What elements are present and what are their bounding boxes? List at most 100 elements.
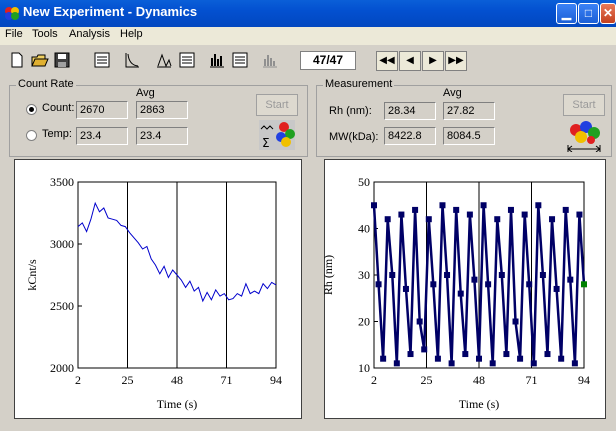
histogram-report-icon[interactable] (230, 50, 250, 70)
data-point (434, 355, 441, 362)
data-point (485, 281, 492, 288)
menu-bar: File Tools Analysis Help (0, 27, 616, 45)
open-folder-icon[interactable] (29, 50, 49, 70)
data-point (512, 318, 519, 325)
measurement-start-button[interactable]: Start (563, 94, 605, 116)
maximize-icon: □ (584, 6, 593, 20)
count-avg-value: 2863 (136, 101, 188, 119)
y-tick-label: 30 (358, 268, 370, 282)
first-icon: ◀◀ (379, 55, 395, 66)
data-point (448, 360, 455, 367)
temp-label: Temp: (42, 128, 72, 140)
rh-avg-value: 27.82 (443, 102, 495, 120)
count-value: 2670 (76, 101, 128, 119)
peak-plot-icon[interactable] (154, 50, 174, 70)
data-point (581, 281, 587, 288)
data-point (466, 211, 473, 218)
last-frame-button[interactable]: ▶▶ (445, 51, 467, 71)
rh-label: Rh (nm): (329, 105, 372, 117)
data-point (535, 202, 542, 209)
measurement-legend: Measurement (323, 78, 395, 90)
particle-size-icon[interactable] (566, 120, 602, 152)
data-point (553, 285, 560, 292)
menu-tools[interactable]: Tools (32, 28, 58, 40)
x-tick-label: 2 (371, 373, 377, 387)
data-point (384, 216, 391, 223)
temp-radio[interactable] (26, 130, 37, 141)
mw-label: MW(kDa): (329, 131, 379, 143)
data-point (567, 276, 574, 283)
report-icon[interactable] (92, 50, 112, 70)
data-point (421, 346, 428, 353)
x-tick-label: 71 (221, 373, 233, 387)
menu-analysis[interactable]: Analysis (69, 28, 110, 40)
data-point (375, 281, 382, 288)
y-tick-label: 3000 (50, 237, 74, 251)
next-icon: ▶ (429, 55, 437, 66)
data-point (462, 351, 469, 358)
data-point (480, 202, 487, 209)
x-tick-label: 48 (473, 373, 485, 387)
close-button[interactable]: ✕ (600, 3, 616, 24)
y-tick-label: 3500 (50, 175, 74, 189)
frame-counter: 47/47 (300, 51, 356, 70)
data-point (407, 351, 414, 358)
curve-plot-icon[interactable] (122, 50, 142, 70)
x-tick-label: 94 (270, 373, 282, 387)
dynamics-histogram-icon[interactable] (260, 50, 280, 70)
data-point (562, 206, 569, 213)
data-point (517, 355, 524, 362)
count-start-button[interactable]: Start (256, 94, 298, 116)
data-point (544, 351, 551, 358)
data-point (402, 285, 409, 292)
first-frame-button[interactable]: ◀◀ (376, 51, 398, 71)
data-point (398, 211, 405, 218)
count-rate-chart: 2 25 48 71 94 2000 2500 3000 3500 Time (s) kCnt/s (25, 175, 282, 411)
x-axis-label: Time (s) (459, 397, 500, 411)
svg-text:Σ: Σ (262, 136, 270, 150)
data-point (439, 202, 446, 209)
close-icon: ✕ (602, 6, 614, 20)
count-radio[interactable] (26, 104, 37, 115)
rh-value: 28.34 (384, 102, 436, 120)
data-point (371, 202, 377, 209)
mw-avg-value: 8084.5 (443, 127, 495, 145)
data-point (489, 360, 496, 367)
data-point (530, 360, 537, 367)
menu-help[interactable]: Help (120, 28, 143, 40)
minimize-button[interactable]: ▁ (556, 3, 577, 24)
mw-value: 8422.8 (384, 127, 436, 145)
data-point (549, 216, 556, 223)
new-file-icon[interactable] (7, 50, 27, 70)
y-tick-label: 20 (358, 315, 370, 329)
data-point (503, 351, 510, 358)
previous-frame-button[interactable]: ◀ (399, 51, 421, 71)
x-tick-label: 71 (526, 373, 538, 387)
data-point (425, 216, 432, 223)
data-point (412, 206, 419, 213)
data-point (453, 206, 460, 213)
data-point (526, 281, 533, 288)
x-tick-label: 94 (578, 373, 590, 387)
next-frame-button[interactable]: ▶ (422, 51, 444, 71)
temp-avg-value: 23.4 (136, 127, 188, 145)
previous-icon: ◀ (406, 55, 414, 66)
data-point (430, 281, 437, 288)
data-point (558, 355, 565, 362)
maximize-button[interactable]: □ (578, 3, 599, 24)
menu-file[interactable]: File (5, 28, 23, 40)
count-label: Count: (42, 102, 75, 114)
y-tick-label: 10 (358, 361, 370, 375)
data-point (494, 216, 501, 223)
x-tick-label: 25 (421, 373, 433, 387)
peak-report-icon[interactable] (177, 50, 197, 70)
window-title: New Experiment - Dynamics (23, 4, 198, 19)
count-avg-header: Avg (136, 87, 155, 99)
statistics-icon[interactable]: Σ (259, 120, 295, 150)
measurement-avg-header: Avg (443, 87, 462, 99)
data-point (576, 211, 583, 218)
histogram-icon[interactable] (207, 50, 227, 70)
save-icon[interactable] (52, 50, 72, 70)
title-bar: New Experiment - Dynamics ▁ □ ✕ (0, 0, 616, 27)
data-point (444, 272, 451, 278)
